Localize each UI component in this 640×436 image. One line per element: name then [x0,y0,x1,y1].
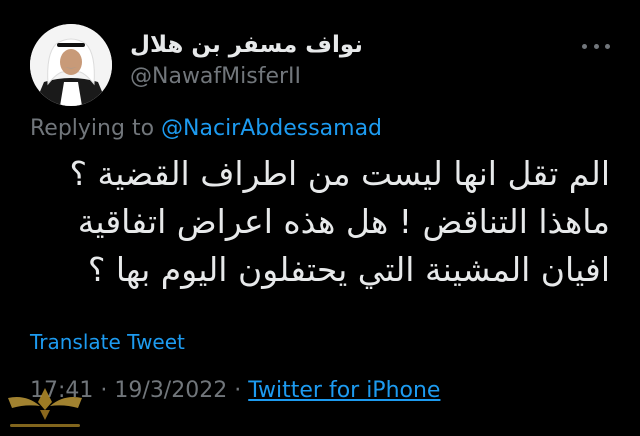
author-display-name[interactable]: نواف مسفر بن هلال [130,32,363,58]
tweet-text: الم تقل انها ليست من اطراف القضية ؟ ماهذ… [69,154,610,289]
more-options-icon[interactable] [582,36,610,56]
replying-to-line: Replying to @NacirAbdessamad [30,116,382,141]
meta-separator: · [234,378,242,403]
replying-to-label: Replying to [30,116,155,141]
replied-user-link[interactable]: @NacirAbdessamad [161,116,382,141]
more-dot [605,43,610,49]
author-avatar[interactable] [30,24,112,106]
watermark-logo [0,380,90,432]
tweet-meta: 17:41 · 19/3/2022 · Twitter for iPhone [30,378,440,403]
translate-tweet-link[interactable]: Translate Tweet [30,330,185,354]
meta-separator: · [100,378,108,403]
tweet-date[interactable]: 19/3/2022 [114,378,227,403]
more-dot [582,43,587,49]
more-dot [593,43,599,49]
tweet-source-link[interactable]: Twitter for iPhone [248,378,440,403]
author-handle[interactable]: @NawafMisferII [130,64,301,89]
